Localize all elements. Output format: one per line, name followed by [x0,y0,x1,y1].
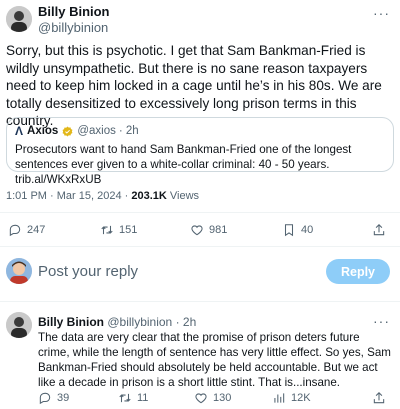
reply-input[interactable]: Post your reply [38,263,138,280]
divider [0,212,400,213]
reply-button[interactable]: Reply [326,259,390,284]
repost-action[interactable]: 151 [100,222,137,238]
reply-action[interactable]: 247 [8,222,45,238]
divider [0,301,400,302]
quote-header: Λ Axios @axios · 2h [15,124,385,138]
reply-reply-count: 39 [57,392,70,404]
tweet-header: Billy Binion @billybinion [38,4,110,36]
axios-logo-icon: Λ [15,124,24,138]
share-action[interactable] [372,222,391,238]
reply-views-action[interactable]: 12K [272,390,311,406]
reply-text: The data are very clear that the promise… [38,331,391,389]
quote-time: · 2h [118,125,139,137]
quote-author-name: Axios [27,125,59,137]
author-name[interactable]: Billy Binion [38,4,110,20]
author-handle[interactable]: @billybinion [38,20,110,36]
reply-reply-action[interactable]: 39 [38,390,69,406]
reply-share-action[interactable] [372,390,391,406]
reply-icon [9,224,21,237]
like-action[interactable]: 981 [190,222,227,238]
reply-actions: 39 11 130 12K [0,390,400,406]
reply-views-count: 12K [291,392,311,404]
reply-like-action[interactable]: 130 [194,390,231,406]
tweet-actions: 247 151 981 40 [0,222,400,238]
reply-composer: Post your reply Reply [0,247,400,295]
my-avatar[interactable] [6,258,32,284]
repost-icon [119,393,131,403]
reply-author-handle[interactable]: @billybinion [107,315,172,329]
reply-time[interactable]: · 2h [176,315,197,329]
views-chart-icon [274,393,285,403]
reply-more-dots-icon[interactable]: ··· [373,314,390,328]
like-count: 981 [209,224,228,236]
bookmark-icon [284,224,294,237]
reply-icon [39,392,51,405]
repost-icon [101,225,113,235]
bookmark-action[interactable]: 40 [282,222,313,238]
tweet-timestamp: 1:01 PM · Mar 15, 2024 · 203.1K Views [6,190,199,202]
heart-icon [191,225,203,236]
share-icon [373,392,385,404]
heart-icon [195,393,207,404]
views-count: 203.1K [131,190,167,202]
quote-text: Prosecutors want to hand Sam Bankman-Fri… [15,143,352,186]
more-dots-icon[interactable]: ··· [373,6,390,20]
reply-header: Billy Binion @billybinion · 2h [38,315,196,329]
reply-count: 247 [27,224,46,236]
views-label: Views [166,190,200,202]
author-avatar[interactable] [6,6,32,32]
repost-count: 151 [119,224,138,236]
reply-author-avatar[interactable] [6,312,32,338]
verified-badge-icon [62,126,73,137]
reply-like-count: 130 [213,392,232,404]
reply-author-name[interactable]: Billy Binion [38,315,104,329]
quote-author-handle: @axios [77,125,116,137]
quoted-tweet[interactable]: Λ Axios @axios · 2h Prosecutors want to … [6,117,394,186]
reply-repost-action[interactable]: 11 [118,390,148,406]
timestamp-text[interactable]: 1:01 PM · Mar 15, 2024 · [6,190,131,202]
reply-repost-count: 11 [137,392,149,404]
share-icon [373,224,385,236]
bookmark-count: 40 [301,224,314,236]
